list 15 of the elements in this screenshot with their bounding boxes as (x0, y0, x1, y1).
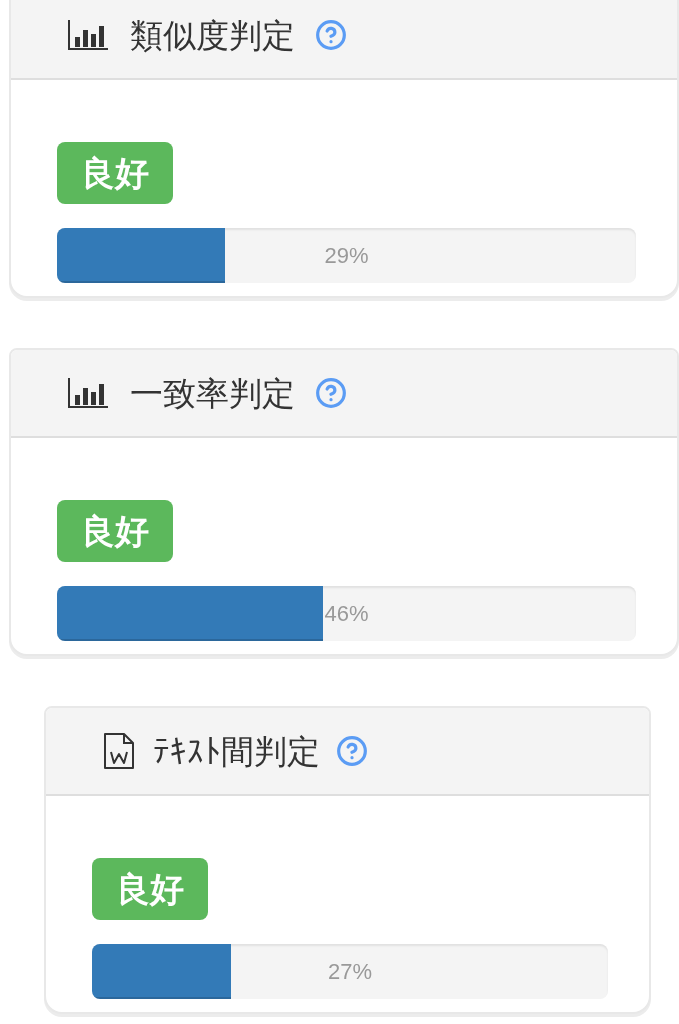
card-title: ﾃｷｽﾄ間判定 (153, 734, 320, 768)
percent-label: 29% (324, 244, 369, 267)
help-icon[interactable] (336, 735, 368, 767)
percent-label: 27% (328, 960, 372, 983)
card-title: 一致率判定 (130, 376, 295, 410)
percent-label: 46% (324, 602, 369, 625)
help-icon[interactable] (315, 377, 347, 409)
card-title: 類似度判定 (130, 18, 295, 52)
status-badge: 良好 (57, 142, 173, 204)
word-document-icon (103, 733, 135, 769)
status-badge: 良好 (57, 500, 173, 562)
status-badge: 良好 (92, 858, 208, 920)
bar-chart-icon (68, 378, 108, 408)
bar-chart-icon (68, 20, 108, 50)
help-icon[interactable] (315, 19, 347, 51)
